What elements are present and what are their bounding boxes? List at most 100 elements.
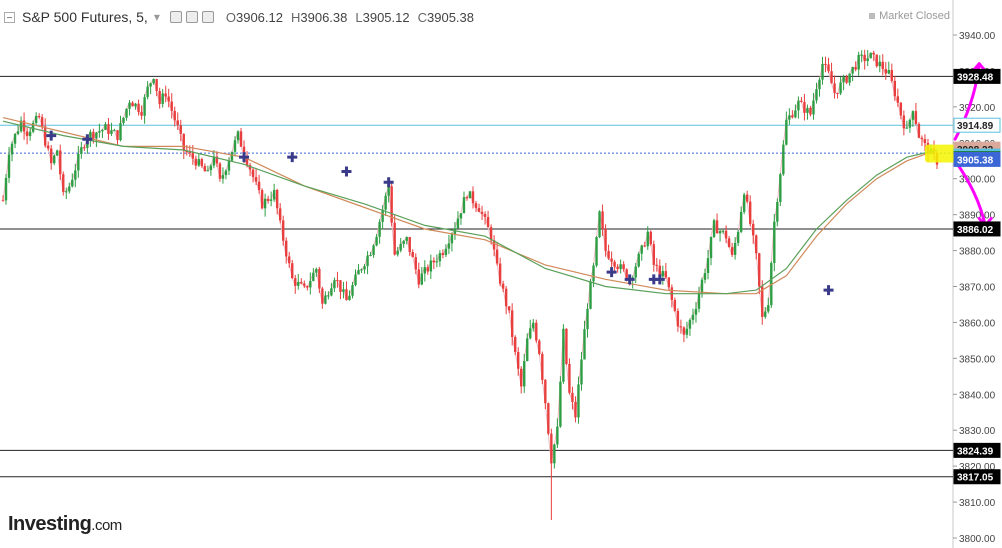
candle-body[interactable] — [348, 295, 351, 301]
candle-body[interactable] — [812, 100, 815, 115]
candle-body[interactable] — [327, 295, 330, 297]
candle-body[interactable] — [613, 261, 616, 267]
candle-body[interactable] — [776, 201, 779, 222]
candle-body[interactable] — [131, 102, 134, 107]
candle-body[interactable] — [116, 130, 119, 141]
candle-body[interactable] — [456, 218, 460, 229]
chart-container[interactable]: 3940.003930.003920.003910.003900.003890.… — [0, 0, 1002, 548]
candle-body[interactable] — [203, 166, 207, 172]
candle-body[interactable] — [565, 328, 568, 364]
candle-body[interactable] — [553, 444, 556, 464]
candle-body[interactable] — [520, 368, 523, 387]
candle-body[interactable] — [83, 147, 86, 149]
candle-body[interactable] — [266, 198, 270, 201]
candle-body[interactable] — [541, 353, 544, 380]
candle-body[interactable] — [730, 247, 734, 255]
candle-body[interactable] — [405, 237, 408, 241]
candle-body[interactable] — [113, 130, 116, 132]
collapse-icon[interactable] — [4, 11, 15, 23]
candle-body[interactable] — [827, 64, 830, 72]
candle-body[interactable] — [372, 245, 375, 255]
candle-body[interactable] — [568, 363, 571, 393]
candle-body[interactable] — [791, 115, 794, 118]
candle-body[interactable] — [676, 310, 680, 327]
candle-body[interactable] — [589, 281, 592, 309]
candle-body[interactable] — [426, 267, 430, 272]
candle-body[interactable] — [739, 211, 743, 232]
candle-body[interactable] — [794, 110, 797, 118]
candle-body[interactable] — [526, 338, 529, 362]
candle-body[interactable] — [764, 311, 767, 317]
candle-body[interactable] — [459, 213, 463, 219]
candle-body[interactable] — [755, 235, 758, 254]
candle-body[interactable] — [896, 96, 900, 103]
candle-body[interactable] — [556, 426, 559, 445]
candle-body[interactable] — [170, 101, 173, 111]
candle-body[interactable] — [640, 245, 643, 254]
candle-body[interactable] — [34, 115, 38, 123]
candle-body[interactable] — [236, 131, 240, 141]
candle-body[interactable] — [664, 271, 668, 278]
candle-body[interactable] — [128, 102, 131, 109]
candle-body[interactable] — [254, 177, 258, 182]
candle-body[interactable] — [330, 288, 333, 296]
candle-body[interactable] — [381, 209, 384, 222]
candle-body[interactable] — [513, 337, 517, 352]
candle-body[interactable] — [652, 244, 655, 265]
candle-body[interactable] — [4, 177, 8, 201]
candle-body[interactable] — [845, 76, 848, 83]
candle-body[interactable] — [303, 283, 306, 286]
candle-body[interactable] — [333, 280, 336, 289]
candle-body[interactable] — [122, 117, 125, 124]
candle-body[interactable] — [718, 231, 722, 234]
candle-body[interactable] — [529, 328, 532, 339]
candle-body[interactable] — [312, 272, 315, 281]
candle-body[interactable] — [643, 245, 646, 247]
candle-body[interactable] — [580, 359, 583, 385]
candle-body[interactable] — [866, 58, 869, 62]
candle-body[interactable] — [399, 243, 402, 251]
candle-body[interactable] — [610, 258, 613, 262]
candle-body[interactable] — [173, 110, 176, 121]
candle-body[interactable] — [291, 263, 294, 279]
candle-body[interactable] — [863, 54, 866, 62]
candle-body[interactable] — [143, 97, 146, 116]
candle-body[interactable] — [363, 266, 366, 270]
candle-body[interactable] — [887, 69, 890, 74]
candle-body[interactable] — [197, 159, 201, 166]
candle-body[interactable] — [366, 255, 369, 267]
candle-body[interactable] — [119, 123, 122, 141]
signal-marker[interactable] — [287, 152, 298, 163]
candle-body[interactable] — [43, 126, 47, 146]
candle-body[interactable] — [709, 236, 713, 259]
candle-body[interactable] — [224, 170, 228, 176]
candle-body[interactable] — [851, 67, 854, 74]
candle-body[interactable] — [634, 266, 637, 278]
candle-body[interactable] — [911, 111, 915, 120]
candle-body[interactable] — [535, 322, 538, 341]
candle-body[interactable] — [598, 211, 601, 238]
candle-body[interactable] — [688, 319, 692, 329]
candle-body[interactable] — [878, 61, 881, 67]
candle-body[interactable] — [483, 213, 487, 217]
candle-body[interactable] — [782, 144, 785, 175]
candle-body[interactable] — [396, 250, 399, 255]
candle-body[interactable] — [369, 254, 372, 256]
candle-body[interactable] — [288, 256, 291, 264]
candle-body[interactable] — [622, 264, 625, 270]
candle-body[interactable] — [423, 267, 427, 274]
candle-body[interactable] — [297, 281, 300, 286]
candle-body[interactable] — [544, 379, 547, 404]
candle-body[interactable] — [432, 260, 436, 263]
candle-body[interactable] — [438, 253, 442, 262]
candle-body[interactable] — [830, 71, 833, 84]
candle-body[interactable] — [779, 174, 782, 202]
candle-body[interactable] — [324, 295, 327, 304]
candle-body[interactable] — [447, 243, 451, 249]
candle-body[interactable] — [577, 384, 580, 418]
candle-body[interactable] — [736, 231, 740, 243]
candle-body[interactable] — [429, 260, 433, 272]
candle-body[interactable] — [616, 266, 619, 270]
close-icon[interactable] — [201, 11, 214, 23]
candle-body[interactable] — [149, 83, 152, 87]
